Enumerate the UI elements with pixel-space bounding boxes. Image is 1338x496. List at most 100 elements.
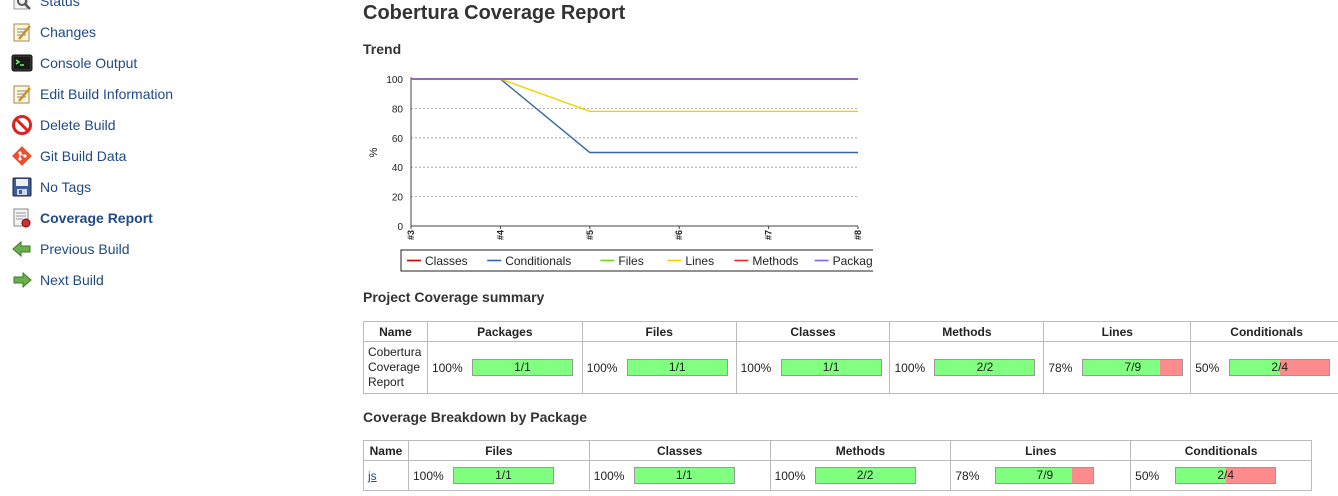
- sidebar-item-label: Status: [40, 0, 80, 9]
- coverage-cell: 100% 1/1: [735, 341, 891, 394]
- y-axis-label: %: [368, 147, 380, 157]
- coverage-bar: 1/1: [633, 467, 735, 484]
- sidebar-item-edit-build-information[interactable]: Edit Build Information: [0, 78, 330, 109]
- column-header: Classes: [588, 440, 771, 461]
- sidebar-item-label: No Tags: [40, 178, 92, 195]
- coverage-ratio: 7/9: [1036, 468, 1054, 482]
- coverage-bar: 7/9: [995, 467, 1095, 484]
- series-line-lines: [411, 78, 858, 113]
- coverage-ratio: 1/1: [495, 468, 512, 482]
- coverage-percent: 100%: [412, 468, 444, 483]
- column-header: Conditionals: [1130, 440, 1312, 461]
- row-name-cell: js: [363, 460, 409, 491]
- x-tick-label: #7: [764, 230, 774, 240]
- table-header-row: Name Files Classes Methods Lines Conditi…: [363, 440, 1312, 461]
- coverage-bar: 2/4: [1229, 359, 1331, 376]
- x-tick-label: #6: [674, 230, 684, 240]
- coverage-ratio: 1/1: [514, 360, 531, 374]
- y-tick-label: 20: [392, 193, 404, 204]
- coverage-percent: 100%: [894, 360, 926, 375]
- sidebar-item-status[interactable]: Status: [0, 0, 330, 16]
- package-link-js[interactable]: js: [368, 469, 377, 483]
- legend-label: Classes: [425, 254, 468, 268]
- sidebar-item-label: Coverage Report: [40, 209, 153, 226]
- coverage-bar: 1/1: [780, 359, 882, 376]
- series-line-conditionals: [411, 78, 858, 154]
- coverage-ratio: 1/1: [675, 468, 693, 482]
- sidebar-item-changes[interactable]: Changes: [0, 16, 330, 47]
- sidebar-item-label: Previous Build: [40, 240, 130, 257]
- sidebar-item-delete-build[interactable]: Delete Build: [0, 109, 330, 140]
- sidebar-item-label: Next Build: [40, 271, 104, 288]
- column-header: Methods: [769, 440, 952, 461]
- table-row: js 100% 1/1 100% 1/1 100% 2/2 78% 7/9 50% 2/4: [363, 460, 1312, 491]
- y-tick-label: 100: [386, 75, 403, 86]
- coverage-ratio: 2/2: [976, 360, 994, 374]
- column-header: Files: [581, 321, 737, 342]
- no-entry-icon: [11, 114, 33, 136]
- x-tick-label: #4: [495, 230, 505, 240]
- x-tick-label: #3: [406, 230, 416, 240]
- sidebar-item-next-build[interactable]: Next Build: [0, 264, 330, 295]
- coverage-percent: 100%: [774, 468, 806, 483]
- y-tick-label: 0: [397, 222, 403, 233]
- coverage-cell: 78% 7/9: [950, 460, 1132, 491]
- y-tick-label: 80: [392, 104, 404, 115]
- summary-heading: Project Coverage summary: [363, 289, 545, 305]
- column-header: Classes: [735, 321, 891, 342]
- legend-label: Packages: [833, 254, 873, 268]
- sidebar-item-label: Git Build Data: [40, 147, 127, 164]
- git-icon: [11, 145, 33, 167]
- column-header: Files: [407, 440, 590, 461]
- sidebar-item-coverage-report[interactable]: Coverage Report: [0, 202, 330, 233]
- arrow-right-icon: [11, 269, 33, 291]
- coverage-bar: 1/1: [471, 359, 573, 376]
- coverage-percent: 78%: [955, 468, 980, 483]
- coverage-ratio: 2/4: [1271, 360, 1289, 374]
- coverage-bar: 2/2: [814, 467, 916, 484]
- legend-label: Conditionals: [505, 254, 571, 268]
- sidebar-item-git-build-data[interactable]: Git Build Data: [0, 140, 330, 171]
- sidebar-item-console-output[interactable]: Console Output: [0, 47, 330, 78]
- coverage-percent: 100%: [593, 468, 625, 483]
- trend-heading: Trend: [363, 41, 402, 57]
- coverage-percent: 50%: [1195, 360, 1220, 375]
- coverage-ratio: 2/2: [856, 468, 874, 482]
- sidebar-item-no-tags[interactable]: No Tags: [0, 171, 330, 202]
- coverage-ratio: 7/9: [1124, 360, 1142, 374]
- column-header: Name: [363, 440, 409, 461]
- arrow-left-icon: [11, 238, 33, 260]
- sidebar-item-label: Delete Build: [40, 116, 116, 133]
- row-name: Cobertura Coverage Report: [363, 341, 428, 394]
- table-row: Cobertura Coverage Report 100% 1/1 100% 1/…: [363, 341, 1338, 394]
- page-title: Cobertura Coverage Report: [363, 2, 626, 24]
- coverage-bar: 7/9: [1082, 359, 1184, 376]
- coverage-bar: 2/4: [1175, 467, 1277, 484]
- notepad-icon: [11, 21, 33, 43]
- table-header-row: Name Packages Files Classes Methods Line…: [363, 321, 1338, 342]
- coverage-cell: 100% 2/2: [769, 460, 952, 491]
- coverage-report-icon: [11, 207, 33, 229]
- sidebar-item-previous-build[interactable]: Previous Build: [0, 233, 330, 264]
- legend-label: Lines: [685, 254, 714, 268]
- coverage-ratio: 1/1: [668, 360, 686, 374]
- coverage-cell: 50% 2/4: [1190, 341, 1338, 394]
- x-tick-label: #8: [853, 230, 863, 240]
- sidebar-item-label: Console Output: [40, 54, 138, 71]
- coverage-ratio: 2/4: [1217, 468, 1234, 482]
- legend-label: Files: [618, 254, 643, 268]
- breakdown-heading: Coverage Breakdown by Package: [363, 409, 588, 425]
- column-header: Conditionals: [1190, 321, 1338, 342]
- terminal-icon: [11, 52, 33, 74]
- coverage-cell: 50% 2/4: [1130, 460, 1312, 491]
- coverage-percent: 100%: [431, 360, 463, 375]
- y-tick-label: 40: [392, 163, 404, 174]
- floppy-disk-icon: [11, 176, 33, 198]
- search-icon: [11, 0, 33, 12]
- x-tick-label: #5: [585, 230, 595, 240]
- column-header: Lines: [950, 440, 1132, 461]
- coverage-bar: 2/2: [934, 359, 1036, 376]
- coverage-cell: 100% 2/2: [889, 341, 1045, 394]
- coverage-breakdown-table: Name Files Classes Methods Lines Conditi…: [363, 440, 1312, 491]
- notepad-icon: [11, 83, 33, 105]
